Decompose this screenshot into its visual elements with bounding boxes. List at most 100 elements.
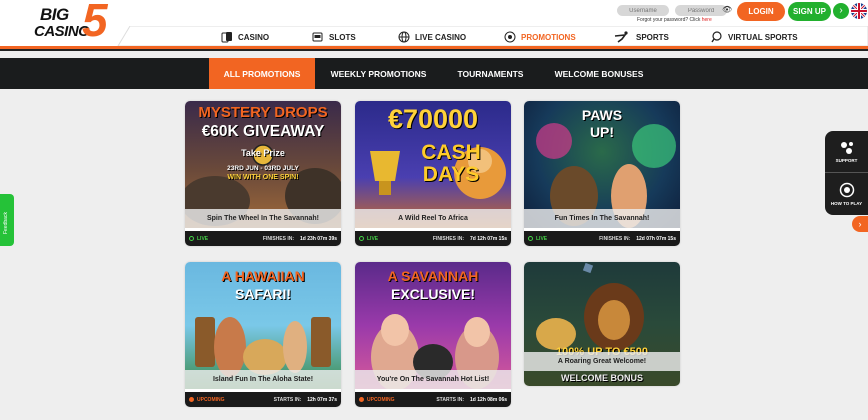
status-label: LIVE: [536, 235, 548, 242]
card-title-line1: A SAVANNAH: [387, 268, 479, 284]
globe-icon: [398, 31, 410, 43]
nav-casino-label: CASINO: [238, 32, 270, 42]
timer-label: FINISHES IN:: [599, 235, 631, 242]
card-caption: A Roaring Great Welcome!: [524, 352, 680, 371]
promo-card-savannah-exclusive[interactable]: A SAVANNAH EXCLUSIVE! You're On The Sava…: [355, 262, 511, 407]
card-caption: A Wild Reel To Africa: [355, 209, 511, 228]
promo-card-hawaiian-safari[interactable]: A HAWAIIAN SAFARI! Island Fun In The Alo…: [185, 262, 341, 407]
timer-value: 1d 23h 07m 39s: [300, 235, 337, 242]
login-button[interactable]: LOGIN: [737, 2, 785, 21]
card-footer: UPCOMING STARTS IN: 1d 12h 08m 06s: [355, 392, 511, 407]
timer-label: STARTS IN:: [436, 396, 465, 403]
nav-slots-label: SLOTS: [329, 32, 356, 42]
countdown-timer: FINISHES IN: 1d 23h 07m 39s: [263, 236, 337, 242]
live-dot-icon: [189, 236, 194, 241]
card-title-line1: A HAWAIIAN: [221, 268, 305, 284]
countdown-timer: STARTS IN: 12h 07m 37s: [274, 397, 337, 403]
page-root: BIG CASINO 5 👁 Forgot your password? Cli…: [0, 0, 868, 420]
card-footer: LIVE FINISHES IN: 7d 12h 07m 15s: [355, 231, 511, 246]
chevron-right-icon[interactable]: ›: [833, 3, 849, 19]
cards-icon: [221, 32, 232, 43]
nav-sports[interactable]: SPORTS: [613, 30, 669, 44]
card-title-line1: €70000: [387, 104, 479, 134]
forgot-password-label: Forgot your password? Click: [637, 17, 701, 23]
tab-weekly-promotions[interactable]: WEEKLY PROMOTIONS: [320, 58, 437, 89]
support-label: SUPPORT: [835, 157, 858, 163]
timer-value: 7d 12h 07m 15s: [470, 235, 507, 242]
how-to-play-label: HOW TO PLAY: [830, 200, 863, 206]
tab-all-promotions[interactable]: ALL PROMOTIONS: [209, 58, 315, 89]
timer-value: 12d 07h 07m 15s: [636, 235, 676, 242]
card-title-line2: UP!: [589, 124, 615, 140]
promo-card-cash-days[interactable]: €70000 CASH DAYS A Wild Reel To Africa L…: [355, 101, 511, 246]
card-title-line2: SAFARI!: [235, 286, 291, 302]
nav-live-casino-label: LIVE CASINO: [415, 32, 467, 42]
how-to-play-button[interactable]: HOW TO PLAY: [825, 173, 868, 214]
card-bonus-subtext: WELCOME BONUS: [561, 373, 643, 383]
feedback-label: Feedback: [3, 212, 9, 234]
status-live: LIVE: [359, 236, 378, 242]
promo-image: A HAWAIIAN SAFARI! Island Fun In The Alo…: [185, 262, 341, 389]
nav-promotions[interactable]: PROMOTIONS: [504, 30, 576, 44]
card-dates-text: 23RD JUN - 03RD JULY: [227, 165, 299, 172]
card-title-line3: DAYS: [422, 163, 480, 186]
countdown-timer: FINISHES IN: 12d 07h 07m 15s: [599, 236, 676, 242]
support-bubbles-icon: [840, 141, 853, 154]
show-password-icon[interactable]: 👁: [722, 5, 732, 14]
promo-image: A SAVANNAH EXCLUSIVE! You're On The Sava…: [355, 262, 511, 389]
card-caption: Spin The Wheel In The Savannah!: [185, 209, 341, 228]
nav-live-casino[interactable]: LIVE CASINO: [398, 30, 466, 44]
status-upcoming: UPCOMING: [189, 397, 225, 403]
logo-big-text: BIG: [40, 5, 69, 24]
status-label: LIVE: [197, 235, 209, 242]
card-title-line1: MYSTERY DROPS: [198, 104, 328, 121]
timer-value: 1d 12h 08m 06s: [470, 396, 507, 403]
promo-card-welcome-bonus[interactable]: 100% UP TO €500 WELCOME BONUS A Roaring …: [524, 262, 680, 386]
header-dark-stripe: [0, 49, 868, 51]
soccer-player-icon: [614, 31, 628, 43]
upcoming-dot-icon: [189, 397, 194, 402]
password-input[interactable]: [675, 5, 727, 16]
signup-button[interactable]: SIGN UP: [788, 2, 831, 21]
forgot-password-link[interactable]: here: [702, 17, 712, 23]
forgot-password-text: Forgot your password? Click here: [637, 17, 712, 23]
card-footer: LIVE FINISHES IN: 12d 07h 07m 15s: [524, 231, 680, 246]
support-button[interactable]: SUPPORT: [825, 131, 868, 172]
nav-slots[interactable]: SLOTS: [312, 30, 356, 44]
tab-welcome-bonuses[interactable]: WELCOME BONUSES: [544, 58, 654, 89]
card-title-line2: €60K GIVEAWAY: [201, 123, 325, 140]
status-live: LIVE: [189, 236, 208, 242]
nav-virtual-sports[interactable]: VIRTUAL SPORTS: [711, 30, 798, 44]
feedback-tab[interactable]: Feedback: [0, 194, 14, 246]
tab-tournaments[interactable]: TOURNAMENTS: [448, 58, 533, 89]
promotion-icon: [504, 31, 516, 43]
card-subtitle-text: WIN WITH ONE SPIN!: [227, 174, 299, 181]
promo-card-mystery-drops[interactable]: MYSTERY DROPS €60K GIVEAWAY Take Prize 2…: [185, 101, 341, 246]
nav-virtual-sports-label: VIRTUAL SPORTS: [728, 32, 798, 42]
live-dot-icon: [528, 236, 533, 241]
countdown-timer: STARTS IN: 1d 12h 08m 06s: [436, 397, 507, 403]
promo-card-paws-up[interactable]: PAWS UP! Fun Times In The Savannah! LIVE…: [524, 101, 680, 246]
card-title-line2: EXCLUSIVE!: [390, 286, 475, 302]
timer-label: STARTS IN:: [273, 396, 302, 403]
uk-flag-icon[interactable]: [851, 3, 867, 19]
countdown-timer: FINISHES IN: 7d 12h 07m 15s: [433, 236, 507, 242]
timer-value: 12h 07m 37s: [307, 396, 337, 403]
username-input[interactable]: [617, 5, 669, 16]
card-title-line1: PAWS: [581, 107, 623, 123]
status-live: LIVE: [528, 236, 547, 242]
card-caption: Fun Times In The Savannah!: [524, 209, 680, 228]
promo-image: €70000 CASH DAYS A Wild Reel To Africa: [355, 101, 511, 228]
card-caption: You're On The Savannah Hot List!: [355, 370, 511, 389]
nav-sports-label: SPORTS: [636, 32, 669, 42]
timer-label: FINISHES IN:: [262, 235, 295, 242]
timer-label: FINISHES IN:: [432, 235, 465, 242]
promo-image: 100% UP TO €500 WELCOME BONUS A Roaring …: [524, 262, 680, 386]
live-dot-icon: [359, 236, 364, 241]
nav-casino[interactable]: CASINO: [221, 30, 269, 44]
slot-machine-icon: [312, 32, 323, 42]
card-brand-text: Take Prize: [241, 148, 285, 158]
chevron-right-icon[interactable]: ›: [852, 216, 868, 232]
card-caption: Island Fun In The Aloha State!: [185, 370, 341, 389]
status-upcoming: UPCOMING: [359, 397, 395, 403]
